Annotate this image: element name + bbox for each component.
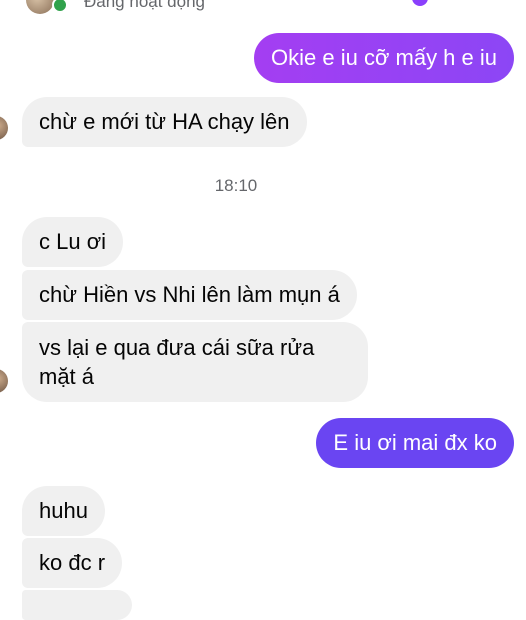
outgoing-message[interactable]: Okie e iu cỡ mấy h e iu xyxy=(254,33,514,83)
chat-header: Đang hoạt động xyxy=(0,0,526,18)
incoming-message[interactable]: ko đc r xyxy=(22,538,123,588)
sender-avatar-icon[interactable] xyxy=(0,369,8,393)
incoming-message[interactable]: c Lu ơi xyxy=(22,217,124,267)
incoming-message-partial[interactable] xyxy=(22,590,132,620)
sender-avatar-icon[interactable] xyxy=(0,116,8,140)
active-status: Đang hoạt động xyxy=(84,0,205,11)
online-dot-icon xyxy=(52,0,68,13)
incoming-message[interactable]: vs lại e qua đưa cái sữa rửa mặt á xyxy=(22,322,368,402)
outgoing-message[interactable]: E iu ơi mai đx ko xyxy=(316,418,514,468)
call-icon[interactable] xyxy=(412,0,428,6)
timestamp: 18:10 xyxy=(214,176,258,195)
incoming-message[interactable]: chừ e mới từ HA chạy lên xyxy=(22,97,307,147)
incoming-message[interactable]: chừ Hiền vs Nhi lên làm mụn á xyxy=(22,270,357,320)
incoming-message[interactable]: huhu xyxy=(22,486,105,536)
contact-avatar-icon[interactable] xyxy=(26,0,54,14)
